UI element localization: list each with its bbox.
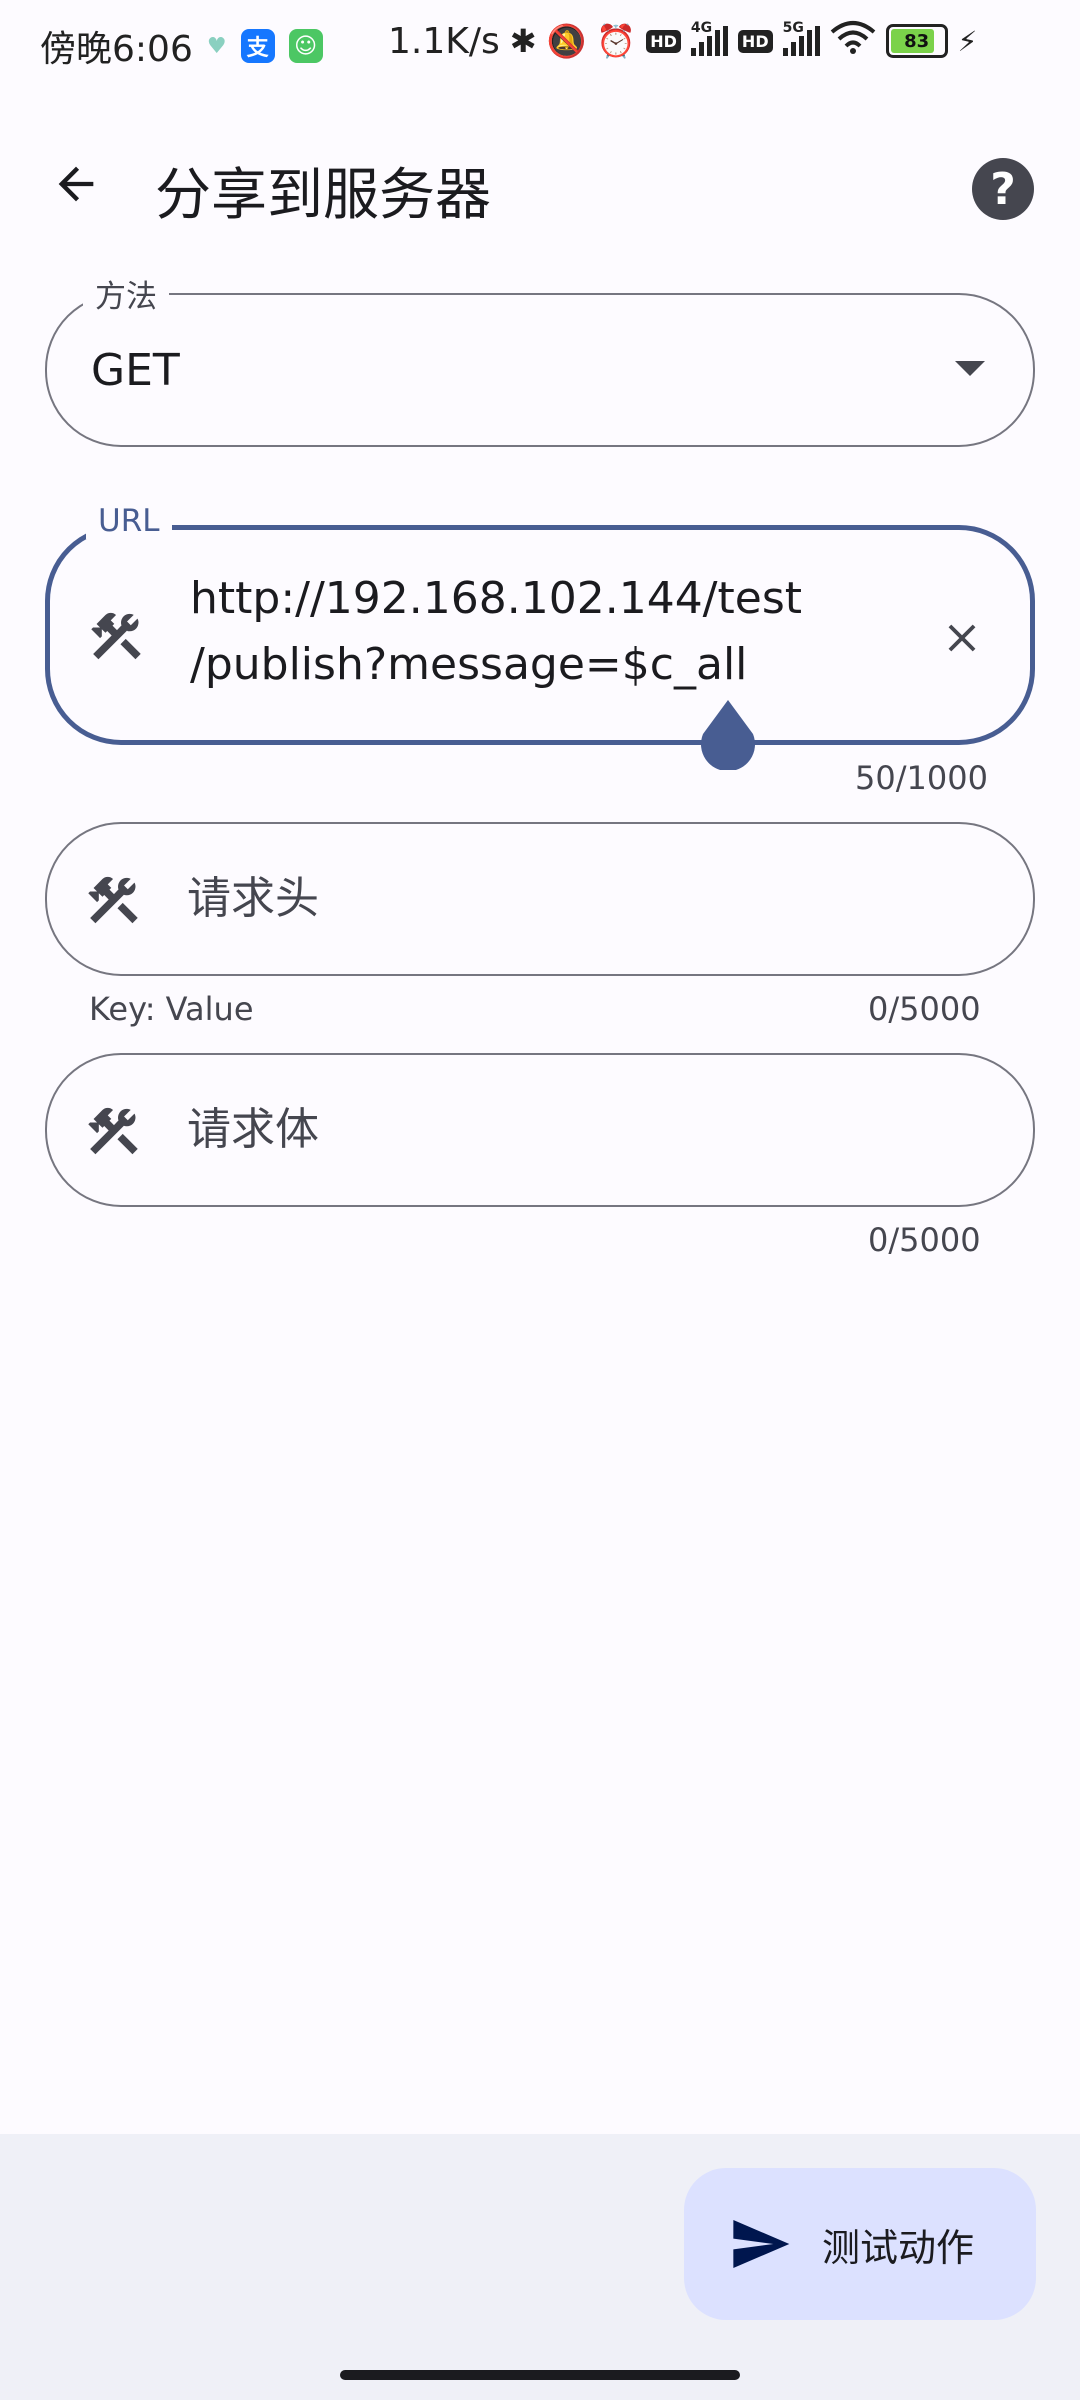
alarm-icon: ⏰ (596, 22, 637, 60)
clear-url-button[interactable] (934, 610, 990, 666)
tools-icon (88, 1107, 138, 1155)
battery-icon: 83 (885, 24, 948, 58)
page-title: 分享到服务器 (155, 163, 491, 228)
request-body-counter: 0/5000 (868, 1221, 981, 1259)
request-headers-helper: Key: Value (89, 990, 254, 1028)
alipay-icon: 支 (240, 29, 275, 63)
net-speed: 1.1K/s (388, 20, 500, 62)
method-label: 方法 (83, 271, 169, 316)
dropdown-arrow-icon (955, 361, 985, 376)
bluetooth-icon: ✱ (509, 22, 537, 60)
back-button[interactable] (40, 148, 112, 220)
app-cat-icon: ☺ (288, 29, 323, 63)
signal-4g-icon: 4G (690, 20, 728, 56)
top-app-bar: 分享到服务器 ? (0, 120, 1080, 250)
request-body-placeholder: 请求体 (187, 1104, 319, 1155)
request-headers-counter: 0/5000 (868, 990, 981, 1028)
status-time: 傍晚6:06 (40, 29, 193, 70)
url-counter: 50/1000 (855, 759, 988, 797)
tools-icon (91, 612, 141, 660)
test-action-button[interactable]: 测试动作 (684, 2168, 1036, 2320)
request-body-field[interactable]: 请求体 (45, 1053, 1035, 1207)
signal-5g-icon: 5G (782, 20, 820, 56)
battery-level: 83 (904, 30, 930, 52)
help-icon: ? (990, 163, 1016, 215)
method-dropdown[interactable]: 方法 GET (45, 271, 1035, 447)
request-headers-field[interactable]: 请求头 (45, 822, 1035, 976)
url-value-line-1: http://192.168.102.144/test (190, 573, 803, 624)
arrow-back-icon (58, 166, 94, 202)
wifi-icon (830, 20, 876, 62)
request-headers-placeholder: 请求头 (187, 873, 319, 924)
help-button[interactable]: ? (972, 158, 1034, 220)
gesture-nav-handle[interactable] (340, 2370, 740, 2380)
url-field[interactable]: URL http://192.168.102.144/test /publish… (45, 503, 1035, 745)
tools-icon (88, 876, 138, 924)
bell-off-icon: 🔕 (546, 22, 587, 60)
test-action-label: 测试动作 (822, 2225, 975, 2270)
screen: 傍晚6:06 ♥ 支 ☺ 1.1K/s ✱ 🔕 ⏰ HD 4G HD 5G 83… (0, 0, 1080, 2400)
url-label: URL (86, 503, 172, 539)
status-bar: 傍晚6:06 ♥ 支 ☺ 1.1K/s ✱ 🔕 ⏰ HD 4G HD 5G 83… (0, 0, 1080, 90)
method-value: GET (91, 345, 180, 396)
charging-icon: ⚡ (957, 24, 978, 58)
hd-icon-2: HD (737, 29, 773, 53)
url-input[interactable]: http://192.168.102.144/test /publish?mes… (190, 566, 802, 698)
text-cursor-handle[interactable] (699, 700, 757, 770)
heart-icon: ♥ (206, 33, 227, 59)
send-icon (733, 2220, 790, 2268)
close-icon (948, 624, 976, 652)
hd-icon: HD (646, 29, 681, 53)
url-value-line-2: /publish?message=$c_all (190, 639, 748, 690)
